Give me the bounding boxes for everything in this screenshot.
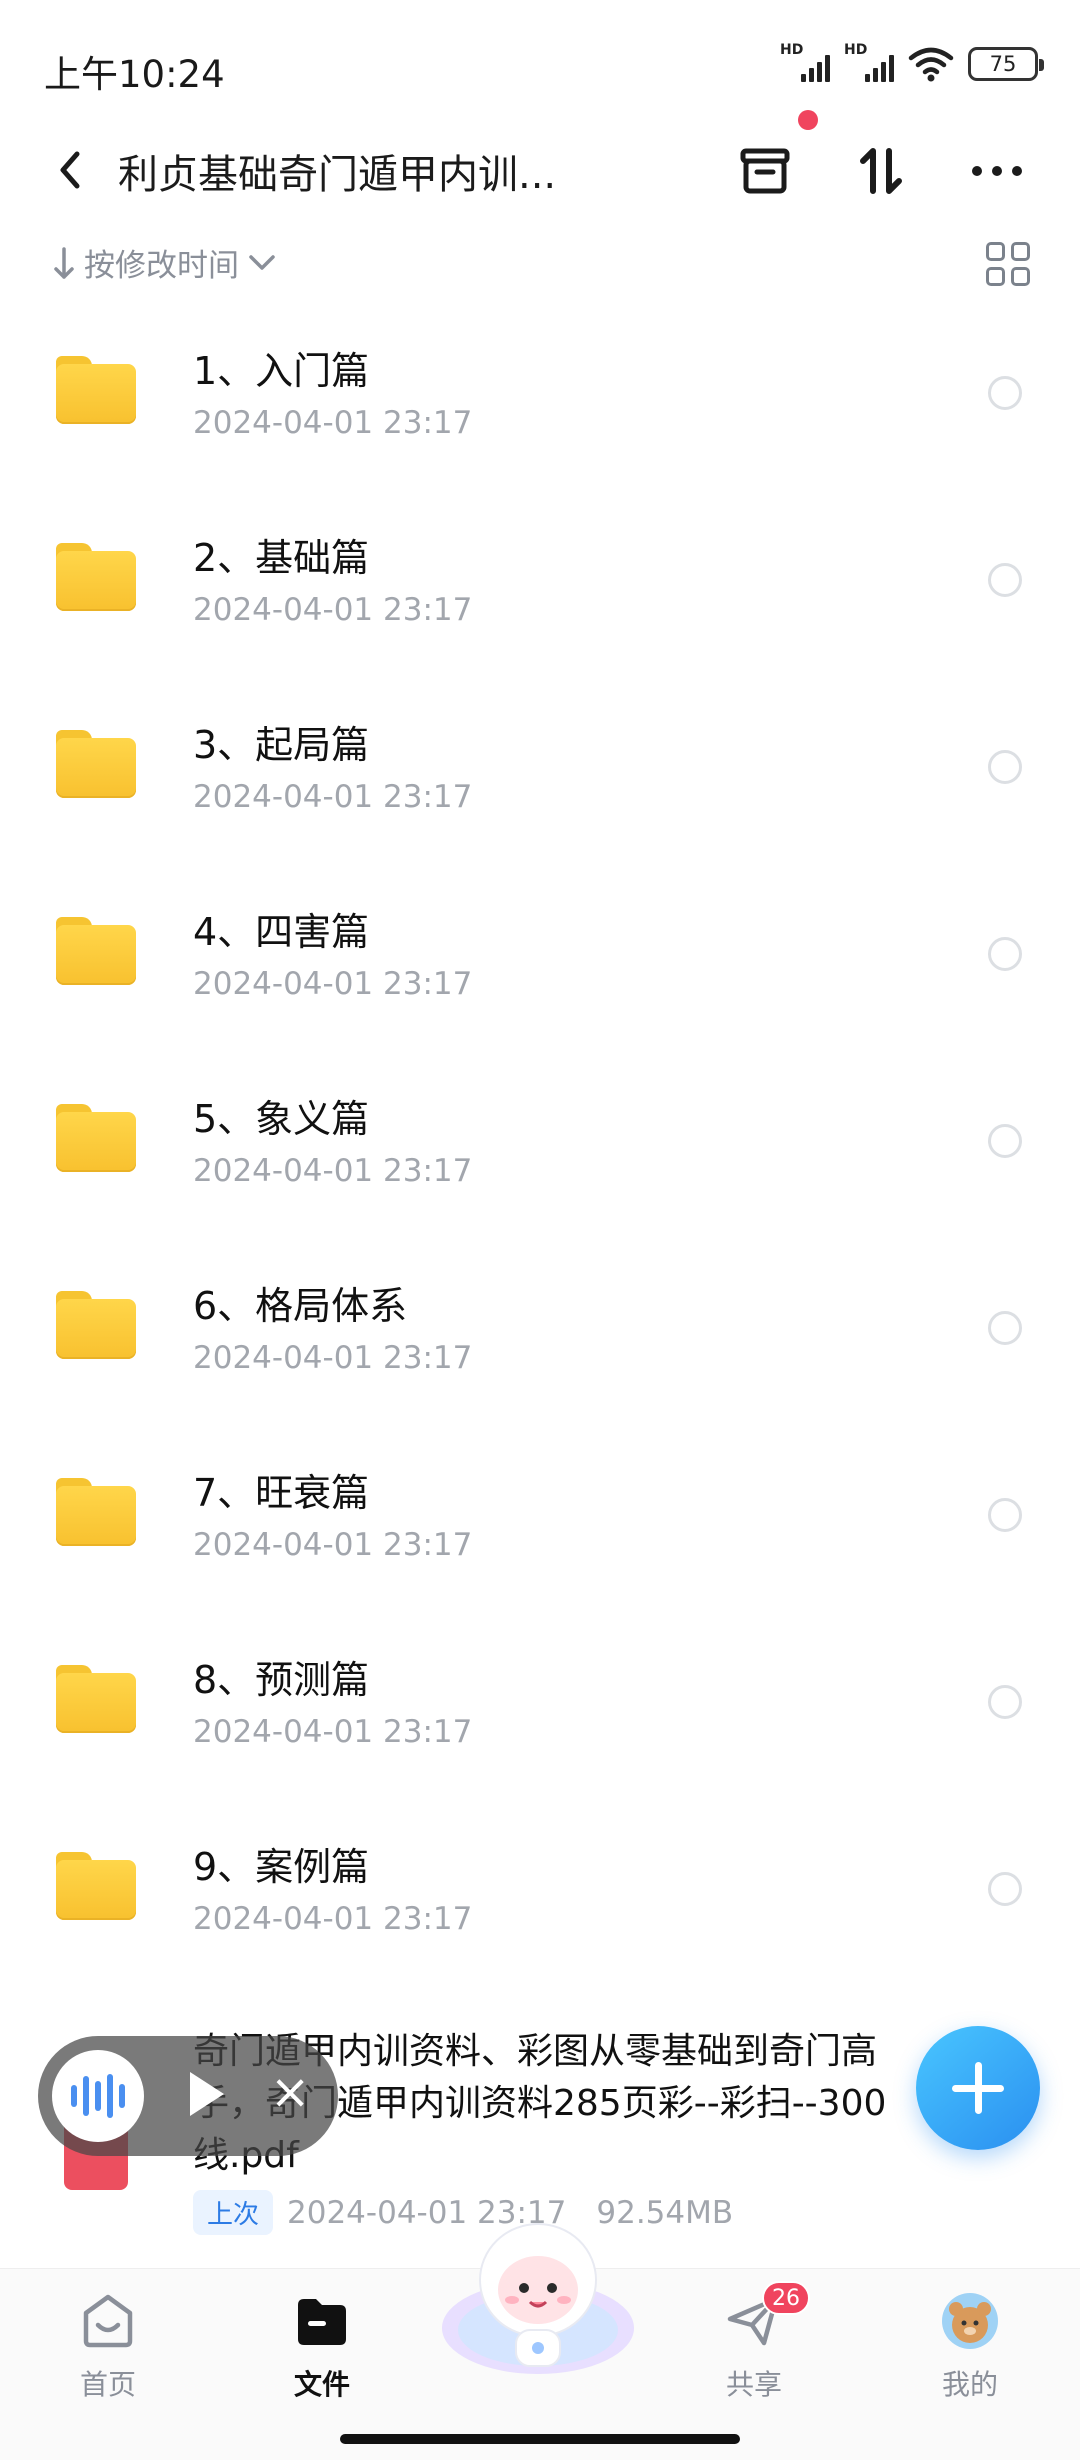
recycle-bin-button[interactable] — [732, 138, 798, 204]
folder-row[interactable]: 2、基础篇 2024-04-01 23:17 — [0, 487, 1080, 674]
folder-icon — [56, 917, 136, 985]
folder-name: 7、旺衰篇 — [193, 1471, 370, 1515]
folder-name: 6、格局体系 — [193, 1284, 408, 1328]
nav-label: 我的 — [941, 2368, 998, 2401]
sort-icon — [860, 148, 902, 194]
sort-selector[interactable]: 按修改时间 — [52, 240, 277, 285]
floating-audio-player[interactable]: × — [38, 2036, 338, 2156]
page-title: 利贞基础奇门遁甲内训... — [118, 152, 557, 198]
folder-icon — [56, 730, 136, 798]
folder-icon — [56, 1478, 136, 1546]
mascot-icon[interactable] — [438, 2210, 638, 2380]
folder-row[interactable]: 3、起局篇 2024-04-01 23:17 — [0, 674, 1080, 861]
select-checkbox[interactable] — [988, 1311, 1022, 1345]
folder-date: 2024-04-01 23:17 — [193, 1340, 473, 1376]
grid-view-icon[interactable] — [986, 242, 1030, 286]
more-icon — [972, 166, 1022, 176]
audio-wave-icon[interactable] — [52, 2050, 144, 2142]
folder-name: 3、起局篇 — [193, 723, 370, 767]
folder-row[interactable]: 7、旺衰篇 2024-04-01 23:17 — [0, 1422, 1080, 1609]
nav-files[interactable]: 文件 — [252, 2283, 392, 2413]
folder-icon — [56, 1291, 136, 1359]
folder-name: 9、案例篇 — [193, 1845, 370, 1889]
folder-icon — [56, 356, 136, 424]
close-icon[interactable]: × — [270, 2062, 310, 2122]
add-button[interactable] — [916, 2026, 1040, 2150]
folder-name: 2、基础篇 — [193, 536, 370, 580]
folder-name: 8、预测篇 — [193, 1658, 370, 1702]
select-checkbox[interactable] — [988, 937, 1022, 971]
header: 利贞基础奇门遁甲内训... — [0, 120, 1080, 220]
select-checkbox[interactable] — [988, 750, 1022, 784]
nav-label: 首页 — [79, 2368, 136, 2401]
recycle-bin-icon — [740, 148, 790, 194]
select-checkbox[interactable] — [988, 1498, 1022, 1532]
select-checkbox[interactable] — [988, 1124, 1022, 1158]
folder-row[interactable]: 6、格局体系 2024-04-01 23:17 — [0, 1235, 1080, 1422]
select-checkbox[interactable] — [988, 376, 1022, 410]
select-checkbox[interactable] — [988, 1872, 1022, 1906]
folder-row[interactable]: 4、四害篇 2024-04-01 23:17 — [0, 861, 1080, 1048]
folder-name: 4、四害篇 — [193, 910, 370, 954]
folder-row[interactable]: 1、入门篇 2024-04-01 23:17 — [0, 300, 1080, 487]
file-list: 1、入门篇 2024-04-01 23:17 2、基础篇 2024-04-01 … — [0, 300, 1080, 1983]
sort-button[interactable] — [848, 138, 914, 204]
folder-icon — [56, 1852, 136, 1920]
folder-date: 2024-04-01 23:17 — [193, 592, 473, 628]
nav-label: 文件 — [293, 2368, 350, 2401]
nav-label: 共享 — [725, 2368, 782, 2401]
folder-row[interactable]: 8、预测篇 2024-04-01 23:17 — [0, 1609, 1080, 1796]
battery-icon: 75 — [968, 47, 1044, 81]
folder-date: 2024-04-01 23:17 — [193, 1901, 473, 1937]
hd-label-2: HD — [844, 42, 868, 58]
signal-icon: HD — [780, 42, 830, 82]
nav-home[interactable]: 首页 — [38, 2283, 178, 2413]
back-button[interactable] — [40, 140, 100, 200]
folder-icon — [56, 1104, 136, 1172]
home-indicator — [340, 2434, 740, 2444]
more-button[interactable] — [964, 138, 1030, 204]
last-opened-tag: 上次 — [193, 2190, 274, 2235]
home-icon — [83, 2294, 133, 2348]
nav-share[interactable]: 26 共享 — [684, 2281, 824, 2413]
status-icons: HD HD 75 — [780, 42, 1044, 82]
folder-name: 5、象义篇 — [193, 1097, 370, 1141]
folder-date: 2024-04-01 23:17 — [193, 405, 473, 441]
folder-date: 2024-04-01 23:17 — [193, 1153, 473, 1189]
folder-date: 2024-04-01 23:17 — [193, 966, 473, 1002]
folder-row[interactable]: 9、案例篇 2024-04-01 23:17 — [0, 1796, 1080, 1983]
sort-label: 按修改时间 — [84, 248, 239, 284]
status-bar: 上午10:24 HD HD 75 — [0, 0, 1080, 130]
notification-dot — [798, 110, 818, 130]
folder-icon — [56, 543, 136, 611]
signal-icon-2: HD — [844, 42, 894, 82]
avatar-icon — [942, 2293, 998, 2349]
share-badge: 26 — [762, 2281, 810, 2315]
arrow-down-icon — [54, 246, 74, 279]
select-checkbox[interactable] — [988, 563, 1022, 597]
wifi-icon — [908, 47, 954, 82]
select-checkbox[interactable] — [988, 1685, 1022, 1719]
folder-name: 1、入门篇 — [193, 349, 370, 393]
folder-row[interactable]: 5、象义篇 2024-04-01 23:17 — [0, 1048, 1080, 1235]
folder-icon — [298, 2299, 346, 2345]
back-icon — [60, 151, 80, 189]
play-icon[interactable] — [190, 2072, 224, 2116]
folder-icon — [56, 1665, 136, 1733]
folder-date: 2024-04-01 23:17 — [193, 779, 473, 815]
battery-level: 75 — [989, 52, 1017, 76]
hd-label: HD — [780, 42, 804, 58]
chevron-down-icon — [249, 254, 275, 270]
folder-date: 2024-04-01 23:17 — [193, 1714, 473, 1750]
status-time: 上午10:24 — [44, 53, 225, 96]
nav-me[interactable]: 我的 — [900, 2283, 1040, 2413]
folder-date: 2024-04-01 23:17 — [193, 1527, 473, 1563]
